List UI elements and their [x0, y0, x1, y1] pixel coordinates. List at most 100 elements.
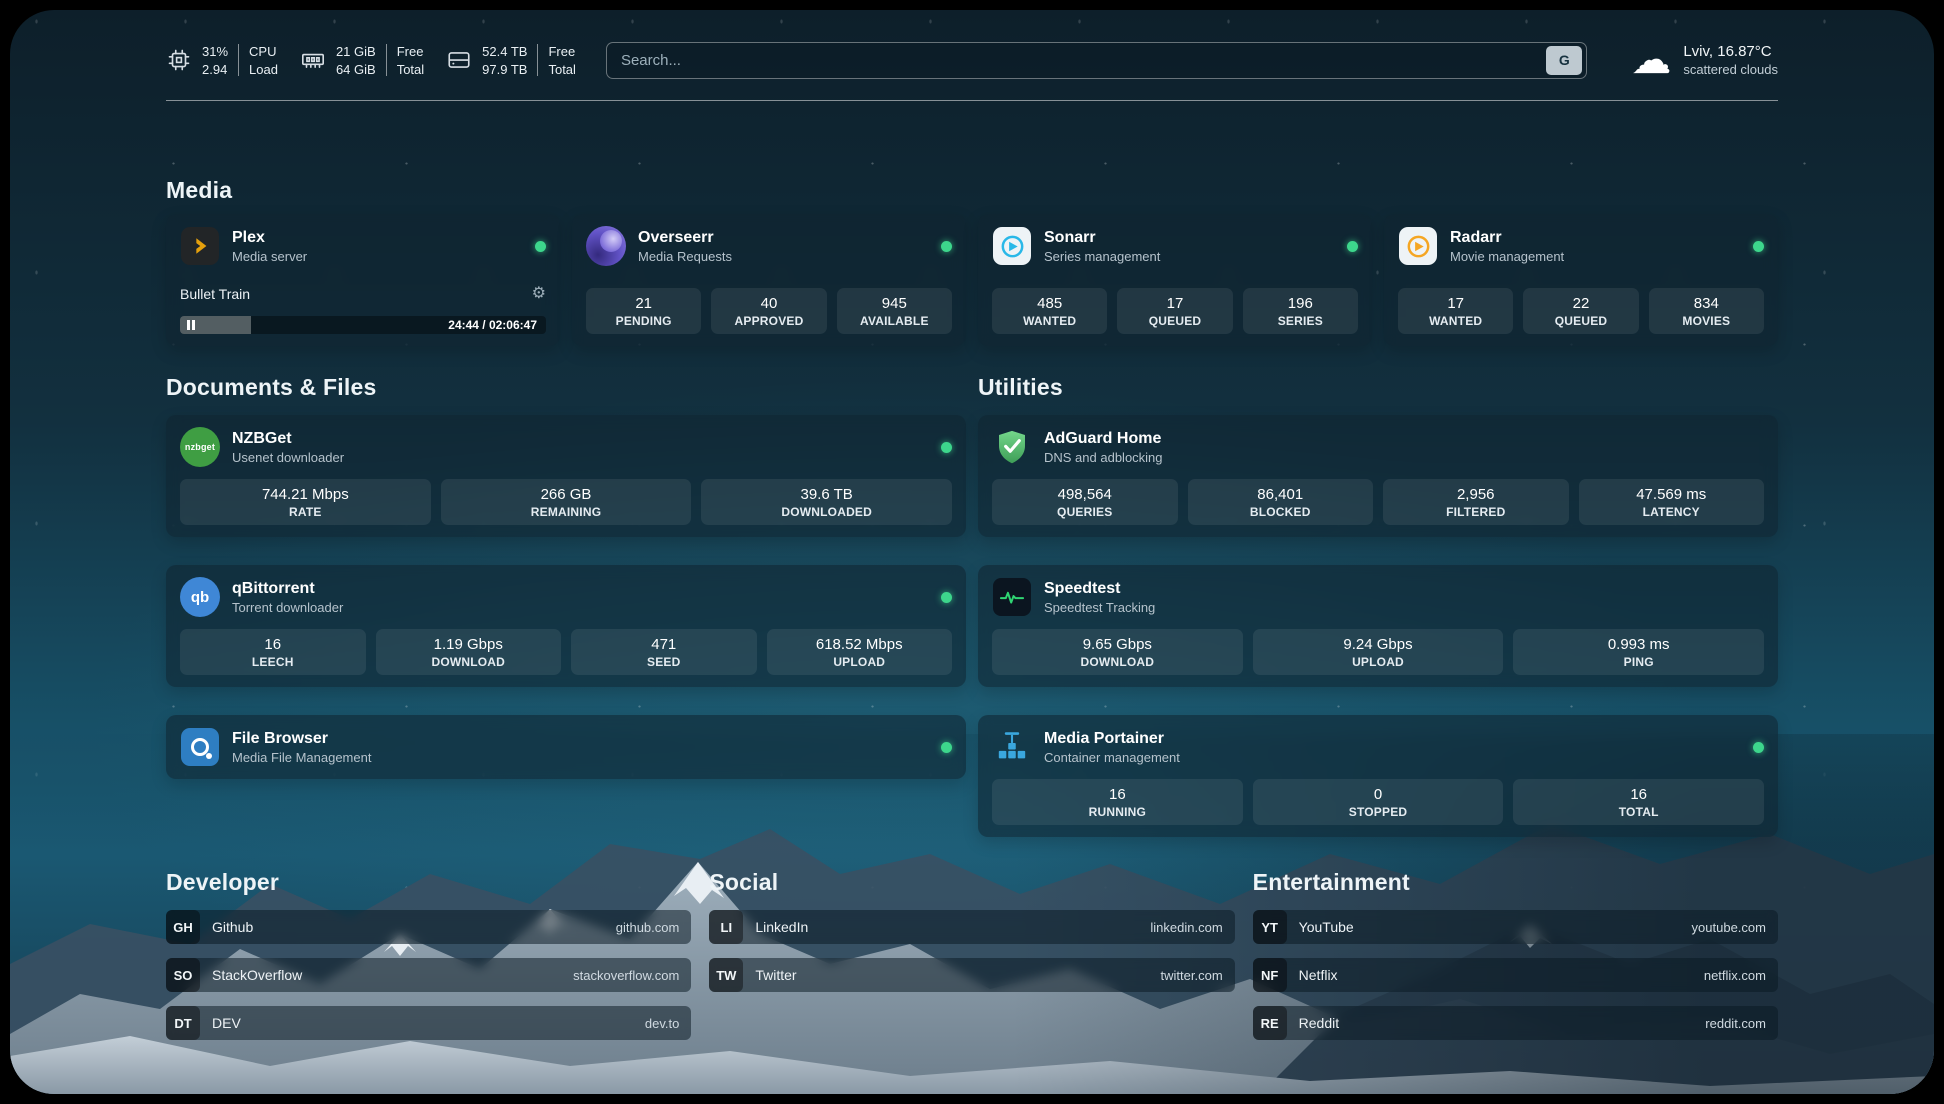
stat-label: SEED: [575, 655, 753, 669]
stat-leech: 16 LEECH: [180, 629, 366, 675]
stat-series: 196SERIES: [1243, 288, 1358, 334]
bookmark-url: youtube.com: [1692, 920, 1766, 935]
stat-available: 945AVAILABLE: [837, 288, 952, 334]
bookmark-stackoverflow[interactable]: SOStackOverflowstackoverflow.com: [166, 958, 691, 992]
top-bar: 31%2.94CPULoad21 GiB64 GiBFreeTotal52.4 …: [166, 10, 1778, 80]
bookmark-dev[interactable]: DTDEVdev.to: [166, 1006, 691, 1040]
bookmark-netflix[interactable]: NFNetflixnetflix.com: [1253, 958, 1778, 992]
bookmark-youtube[interactable]: YTYouTubeyoutube.com: [1253, 910, 1778, 944]
stat-label: APPROVED: [715, 314, 822, 328]
bookmark-url: linkedin.com: [1150, 920, 1222, 935]
stat-label: DOWNLOAD: [380, 655, 558, 669]
stat-label: QUEUED: [1527, 314, 1634, 328]
stat-value: 39.6 TB: [705, 486, 948, 503]
gear-icon[interactable]: ⚙: [532, 286, 546, 302]
bookmark-name: Github: [212, 919, 253, 935]
app-card-overseerr[interactable]: OverseerrMedia Requests21PENDING40APPROV…: [572, 214, 966, 346]
playback-time: 24:44 / 02:06:47: [448, 316, 537, 334]
stat-label: UPLOAD: [1257, 655, 1500, 669]
app-stats-row: 485WANTED17QUEUED196SERIES: [992, 288, 1358, 334]
playback-progress-bar[interactable]: 24:44 / 02:06:47: [180, 316, 546, 334]
app-description: Series management: [1044, 249, 1160, 264]
status-dot-online: [1753, 742, 1764, 753]
stat-label: WANTED: [1402, 314, 1509, 328]
app-card-header: Sonarr Series management: [992, 226, 1358, 266]
app-name: Sonarr: [1044, 229, 1160, 247]
now-playing-row: Bullet Train⚙: [180, 286, 546, 302]
search-input[interactable]: [621, 52, 1546, 69]
bookmark-twitter[interactable]: TWTwittertwitter.com: [709, 958, 1234, 992]
stat-value: 17: [1402, 295, 1509, 312]
section-title-documents: Documents & Files: [166, 374, 966, 401]
stat-value: 498,564: [996, 486, 1174, 503]
app-stats-row: 21PENDING40APPROVED945AVAILABLE: [586, 288, 952, 334]
app-description: Torrent downloader: [232, 600, 343, 615]
metric-disk: 52.4 TB97.9 TBFreeTotal: [446, 44, 576, 77]
app-card-radarr[interactable]: RadarrMovie management17WANTED22QUEUED83…: [1384, 214, 1778, 346]
bookmark-abbr-icon: RE: [1253, 1006, 1287, 1040]
pause-icon[interactable]: [187, 316, 195, 334]
stat-label: WANTED: [996, 314, 1103, 328]
app-name: Plex: [232, 229, 307, 247]
bookmark-url: netflix.com: [1704, 968, 1766, 983]
app-stats-row: 744.21 MbpsRATE266 GBREMAINING39.6 TBDOW…: [180, 479, 952, 525]
app-name: File Browser: [232, 730, 371, 748]
app-description: Media File Management: [232, 750, 371, 765]
bookmark-group-social: SocialLILinkedInlinkedin.comTWTwittertwi…: [709, 869, 1234, 1040]
bookmark-name: YouTube: [1299, 919, 1354, 935]
ram-icon: [300, 47, 326, 73]
app-card-adguard[interactable]: AdGuard HomeDNS and adblocking498,564QUE…: [978, 415, 1778, 537]
stat-label: LEECH: [184, 655, 362, 669]
app-card-filebrowser[interactable]: File Browser Media File Management: [166, 715, 966, 779]
stat-value: 21: [590, 295, 697, 312]
nzbget-icon: nzbget: [180, 427, 220, 467]
bookmark-github[interactable]: GHGithubgithub.com: [166, 910, 691, 944]
weather-location: Lviv, 16.87°C: [1683, 43, 1778, 60]
bookmark-name: Reddit: [1299, 1015, 1339, 1031]
app-card-header: File Browser Media File Management: [180, 727, 952, 767]
app-description: Usenet downloader: [232, 450, 344, 465]
section-title-utilities: Utilities: [978, 374, 1778, 401]
stat-label: DOWNLOAD: [996, 655, 1239, 669]
bookmark-group-entertainment: EntertainmentYTYouTubeyoutube.comNFNetfl…: [1253, 869, 1778, 1040]
stat-value: 196: [1247, 295, 1354, 312]
documents-apps: nzbget NZBGet Usenet downloader 744.21 Mbps…: [166, 415, 966, 779]
app-card-plex[interactable]: PlexMedia serverBullet Train⚙24:44 / 02:…: [166, 214, 560, 346]
system-metrics: 31%2.94CPULoad21 GiB64 GiBFreeTotal52.4 …: [166, 44, 576, 77]
qbittorrent-icon: qb: [180, 577, 220, 617]
stat-total: 16TOTAL: [1513, 779, 1764, 825]
app-card-nzbget[interactable]: nzbget NZBGet Usenet downloader 744.21 Mbps…: [166, 415, 966, 537]
app-stats-row: 16LEECH1.19 GbpsDOWNLOAD471SEED618.52 Mb…: [180, 629, 952, 675]
bookmark-name: StackOverflow: [212, 967, 302, 983]
weather-widget: ☁ Lviv, 16.87°C scattered clouds: [1631, 40, 1778, 80]
filebrowser-icon: [180, 727, 220, 767]
bookmark-url: dev.to: [645, 1016, 679, 1031]
app-card-speedtest[interactable]: SpeedtestSpeedtest Tracking9.65 GbpsDOWN…: [978, 565, 1778, 687]
stat-label: FILTERED: [1387, 505, 1565, 519]
bookmark-reddit[interactable]: RERedditreddit.com: [1253, 1006, 1778, 1040]
app-card-sonarr[interactable]: Sonarr Series management 485WANTED17QUEUED…: [978, 214, 1372, 346]
stat-value: 945: [841, 295, 948, 312]
metric-divider: [537, 44, 538, 76]
stat-label: DOWNLOADED: [705, 505, 948, 519]
bookmark-linkedin[interactable]: LILinkedInlinkedin.com: [709, 910, 1234, 944]
app-card-qbittorrent[interactable]: qbqBittorrentTorrent downloader16LEECH1.…: [166, 565, 966, 687]
stat-label: QUERIES: [996, 505, 1174, 519]
bookmark-name: LinkedIn: [755, 919, 808, 935]
bookmark-name: Netflix: [1299, 967, 1338, 983]
stat-wanted: 17 WANTED: [1398, 288, 1513, 334]
section-title-media: Media: [166, 177, 1778, 204]
stat-value: 9.65 Gbps: [996, 636, 1239, 653]
app-card-portainer[interactable]: Media PortainerContainer management16RUN…: [978, 715, 1778, 837]
app-name: Speedtest: [1044, 580, 1155, 598]
stat-value: 16: [184, 636, 362, 653]
app-name: NZBGet: [232, 430, 344, 448]
metric-cpu: 31%2.94CPULoad: [166, 44, 278, 77]
app-stats-row: 16RUNNING0STOPPED16TOTAL: [992, 779, 1764, 825]
stat-label: UPLOAD: [771, 655, 949, 669]
stat-label: RATE: [184, 505, 427, 519]
search-engine-button[interactable]: G: [1546, 46, 1582, 75]
stat-label: BLOCKED: [1192, 505, 1370, 519]
header-divider: [166, 100, 1778, 101]
bookmark-abbr-icon: TW: [709, 958, 743, 992]
